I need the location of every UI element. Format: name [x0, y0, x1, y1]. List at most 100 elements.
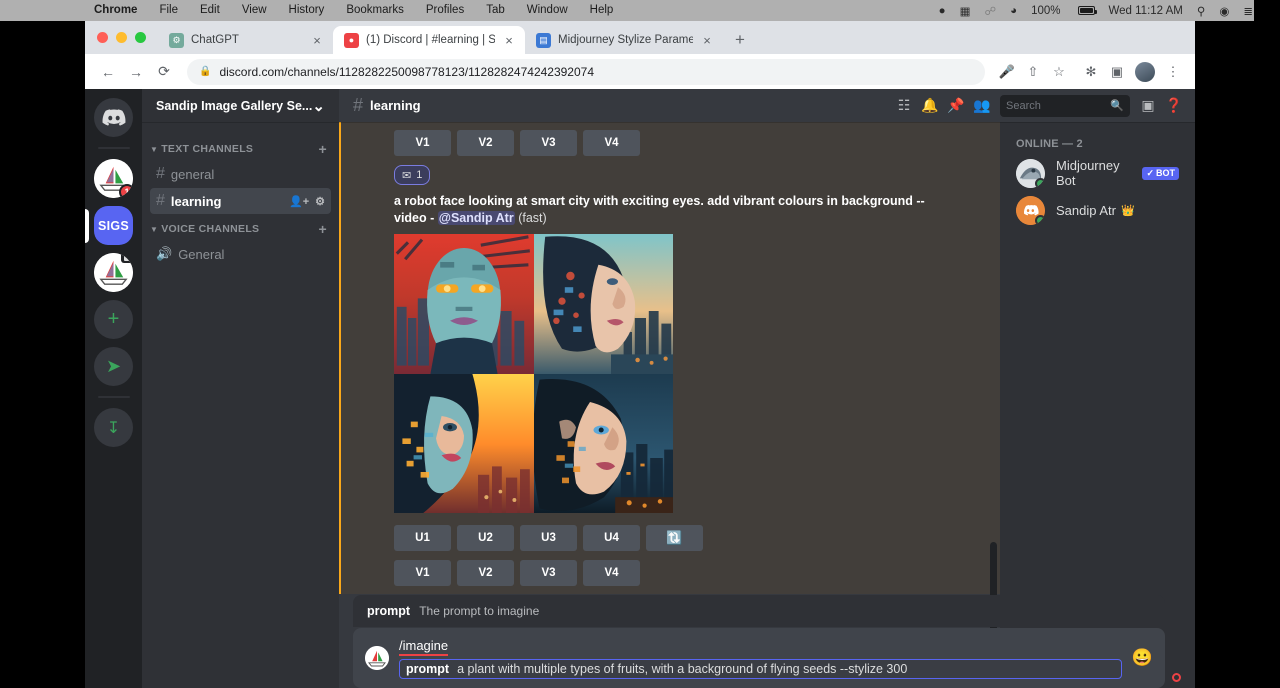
address-bar[interactable]: 🔒 discord.com/channels/11282822500987781…: [187, 59, 985, 85]
sidebar-item-home-discord[interactable]: [94, 98, 133, 137]
variation-button-row-top: V1 V2 V3 V4: [394, 127, 1000, 159]
v1-button[interactable]: V1: [394, 560, 451, 586]
forward-arrow-icon[interactable]: →: [123, 59, 149, 85]
menu-chrome[interactable]: Chrome: [88, 0, 148, 21]
search-input[interactable]: Search 🔍: [1000, 95, 1130, 117]
v4-button[interactable]: V4: [583, 130, 640, 156]
sidebar-item-sailboat-server-2[interactable]: [94, 253, 133, 292]
image-quadrant-4[interactable]: [534, 374, 674, 514]
image-quadrant-2[interactable]: [534, 234, 674, 374]
u1-button[interactable]: U1: [394, 525, 451, 551]
category-voice-channels[interactable]: ▼ VOICE CHANNELS +: [142, 218, 339, 240]
side-panel-icon[interactable]: ▣: [1105, 60, 1129, 84]
command-input-bar[interactable]: /imagine prompt a plant with multiple ty…: [353, 628, 1165, 688]
category-text-channels[interactable]: ▼ TEXT CHANNELS +: [142, 138, 339, 160]
inbox-icon[interactable]: ▣: [1135, 93, 1161, 119]
midjourney-image-grid[interactable]: [394, 234, 673, 513]
bookmark-star-icon[interactable]: ☆: [1047, 60, 1071, 84]
u2-button[interactable]: U2: [457, 525, 514, 551]
close-tab-button[interactable]: ×: [310, 33, 324, 48]
envelope-reaction[interactable]: ✉ 1: [394, 165, 430, 185]
v3-button[interactable]: V3: [520, 560, 577, 586]
window-controls[interactable]: [93, 21, 158, 54]
new-tab-button[interactable]: +: [723, 30, 757, 54]
menu-file[interactable]: File: [148, 0, 189, 21]
unread-badge: 1: [119, 184, 133, 198]
extensions-puzzle-icon[interactable]: ✻: [1079, 60, 1103, 84]
tab-discord[interactable]: ● (1) Discord | #learning | Sandip ×: [333, 26, 525, 54]
minimize-window-button[interactable]: [116, 32, 127, 43]
v4-button[interactable]: V4: [583, 560, 640, 586]
v3-button[interactable]: V3: [520, 130, 577, 156]
settings-gear-icon[interactable]: ⚙: [315, 195, 325, 208]
menu-window[interactable]: Window: [516, 0, 579, 21]
compass-icon: ➤: [106, 356, 121, 377]
menu-edit[interactable]: Edit: [189, 0, 231, 21]
wifi-icon[interactable]: ◕: [1003, 5, 1024, 17]
user-mention[interactable]: @Sandip Atr: [438, 211, 515, 225]
menu-view[interactable]: View: [231, 0, 278, 21]
online-status-dot: [1035, 178, 1045, 188]
kebab-menu-icon[interactable]: ⋮: [1161, 60, 1185, 84]
guild-header[interactable]: Sandip Image Gallery Se... ⌄: [142, 89, 339, 122]
help-circle-icon[interactable]: ❓: [1161, 93, 1187, 119]
close-window-button[interactable]: [97, 32, 108, 43]
siri-icon[interactable]: ◉: [1212, 4, 1236, 18]
download-apps-button[interactable]: ↧: [94, 408, 133, 447]
member-sandip-atr[interactable]: Sandip Atr 👑: [1008, 192, 1187, 228]
online-count-header: ONLINE — 2: [1000, 138, 1195, 154]
close-tab-button[interactable]: ×: [502, 33, 516, 48]
v2-button[interactable]: V2: [457, 560, 514, 586]
reroll-refresh-icon[interactable]: 🔃: [646, 525, 703, 551]
members-icon[interactable]: 👥: [969, 93, 995, 119]
prompt-argument-input[interactable]: prompt a plant with multiple types of fr…: [399, 659, 1122, 679]
v2-button[interactable]: V2: [457, 130, 514, 156]
share-icon[interactable]: ⇧: [1021, 60, 1045, 84]
back-arrow-icon[interactable]: ←: [95, 59, 121, 85]
display-icon[interactable]: ▦: [953, 4, 978, 18]
argument-value[interactable]: a plant with multiple types of fruits, w…: [457, 662, 907, 676]
menu-bookmarks[interactable]: Bookmarks: [335, 0, 415, 21]
u3-button[interactable]: U3: [520, 525, 577, 551]
close-tab-button[interactable]: ×: [700, 33, 714, 48]
menu-history[interactable]: History: [278, 0, 336, 21]
bluetooth-icon[interactable]: ☍: [977, 4, 1003, 18]
invite-person-icon[interactable]: 👤+: [289, 195, 309, 208]
channel-list: ▼ TEXT CHANNELS + # general # learning 👤…: [142, 122, 339, 688]
sidebar-item-sigs-server[interactable]: SIGS: [94, 206, 133, 245]
tab-midjourney-stylize[interactable]: ▤ Midjourney Stylize Parameter ×: [525, 26, 723, 54]
sidebar-item-sailboat-server[interactable]: 1: [94, 159, 133, 198]
chevron-down-icon[interactable]: ⌄: [312, 97, 325, 115]
add-server-button[interactable]: +: [94, 300, 133, 339]
profile-avatar[interactable]: [1135, 62, 1155, 82]
maximize-window-button[interactable]: [135, 32, 146, 43]
create-channel-button[interactable]: +: [319, 141, 331, 157]
menu-profiles[interactable]: Profiles: [415, 0, 475, 21]
menubar-clock[interactable]: Wed 11:12 AM: [1102, 5, 1190, 17]
sidebar-item-general[interactable]: # general: [150, 161, 331, 187]
mic-icon[interactable]: 🎤: [995, 60, 1019, 84]
image-quadrant-1[interactable]: [394, 234, 534, 374]
menu-help[interactable]: Help: [579, 0, 625, 21]
menu-tab[interactable]: Tab: [475, 0, 516, 21]
spotlight-icon[interactable]: ⚲: [1190, 4, 1212, 18]
sidebar-item-voice-general[interactable]: 🔊 General: [150, 241, 331, 267]
pin-icon[interactable]: 📌: [943, 93, 969, 119]
reload-icon[interactable]: ⟳: [151, 59, 177, 85]
create-voice-channel-button[interactable]: +: [319, 221, 331, 237]
notification-bell-icon[interactable]: 🔔: [917, 93, 943, 119]
channel-sidebar: Sandip Image Gallery Se... ⌄ ▼ TEXT CHAN…: [142, 89, 339, 688]
sidebar-item-learning[interactable]: # learning 👤+ ⚙: [150, 188, 331, 214]
member-midjourney-bot[interactable]: Midjourney Bot ✓ BOT: [1008, 155, 1187, 191]
explore-servers-button[interactable]: ➤: [94, 347, 133, 386]
tab-chatgpt[interactable]: ⚙ ChatGPT ×: [158, 26, 333, 54]
record-icon[interactable]: ●: [932, 5, 953, 17]
image-quadrant-3[interactable]: [394, 374, 534, 514]
category-label: VOICE CHANNELS: [161, 223, 259, 235]
v1-button[interactable]: V1: [394, 130, 451, 156]
record-dot-icon[interactable]: [1172, 673, 1181, 682]
threads-icon[interactable]: ☷: [891, 93, 917, 119]
slash-command-tag[interactable]: /imagine: [399, 638, 448, 656]
u4-button[interactable]: U4: [583, 525, 640, 551]
emoji-smiley-icon[interactable]: 😀: [1132, 648, 1153, 668]
